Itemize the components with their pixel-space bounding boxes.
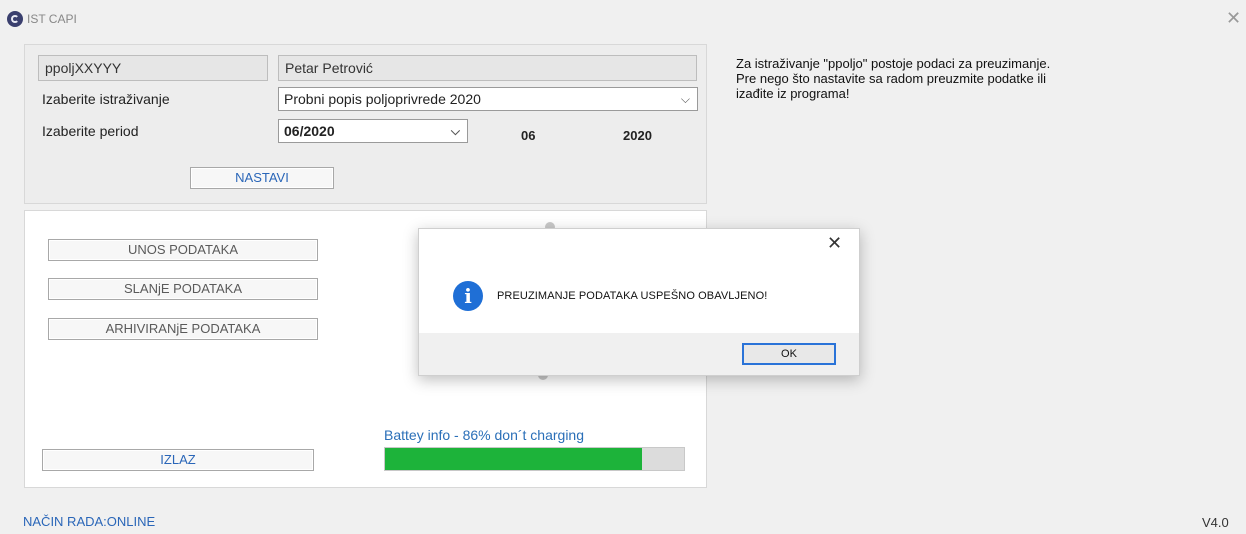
info-line: izađite iz programa! bbox=[736, 86, 850, 101]
chevron-down-icon: ⌵ bbox=[680, 92, 690, 106]
work-mode-status: NAČIN RADA:ONLINE bbox=[23, 514, 156, 529]
exit-button[interactable]: IZLAZ bbox=[42, 449, 314, 471]
dialog-close-icon[interactable]: ✕ bbox=[827, 233, 842, 254]
data-entry-button[interactable]: UNOS PODATAKA bbox=[48, 239, 318, 261]
app-logo-icon bbox=[7, 11, 23, 27]
info-message: Za istraživanje "ppoljo" postoje podaci … bbox=[736, 56, 1236, 101]
continue-button[interactable]: NASTAVI bbox=[190, 167, 334, 189]
window-title: IST CAPI bbox=[27, 12, 77, 26]
battery-bar bbox=[384, 447, 685, 471]
send-data-button[interactable]: SLANjE PODATAKA bbox=[48, 278, 318, 300]
window-close-icon[interactable]: ✕ bbox=[1226, 9, 1241, 27]
period-month: 06 bbox=[521, 128, 536, 143]
period-year: 2020 bbox=[623, 128, 652, 143]
info-icon: i bbox=[453, 281, 483, 311]
title-bar: IST CAPI ✕ bbox=[0, 0, 1246, 40]
period-select[interactable]: 06/2020 ⌵ bbox=[278, 119, 468, 143]
dialog-message: PREUZIMANJE PODATAKA USPEŠNO OBAVLJENO! bbox=[497, 290, 768, 302]
info-line: Pre nego što nastavite sa radom preuzmit… bbox=[736, 71, 1047, 86]
survey-select[interactable]: Probni popis poljoprivrede 2020 ⌵ bbox=[278, 87, 698, 111]
user-name-field: Petar Petrović bbox=[278, 55, 697, 81]
period-label: Izaberite period bbox=[42, 123, 139, 139]
archive-data-button[interactable]: ARHIVIRANjE PODATAKA bbox=[48, 318, 318, 340]
message-dialog: ✕ i PREUZIMANJE PODATAKA USPEŠNO OBAVLJE… bbox=[418, 228, 860, 376]
survey-label: Izaberite istraživanje bbox=[42, 91, 170, 107]
survey-select-value: Probni popis poljoprivrede 2020 bbox=[284, 91, 481, 107]
info-line: Za istraživanje "ppoljo" postoje podaci … bbox=[736, 56, 1051, 71]
dialog-footer: OK bbox=[419, 333, 859, 375]
battery-info-label: Battey info - 86% don´t charging bbox=[384, 427, 585, 443]
chevron-down-icon: ⌵ bbox=[450, 124, 460, 138]
period-select-value: 06/2020 bbox=[284, 123, 335, 139]
battery-bar-fill bbox=[385, 448, 643, 470]
ok-button[interactable]: OK bbox=[742, 343, 836, 365]
version-label: V4.0 bbox=[1202, 515, 1229, 530]
user-code-field: ppoljXXYYY bbox=[38, 55, 268, 81]
